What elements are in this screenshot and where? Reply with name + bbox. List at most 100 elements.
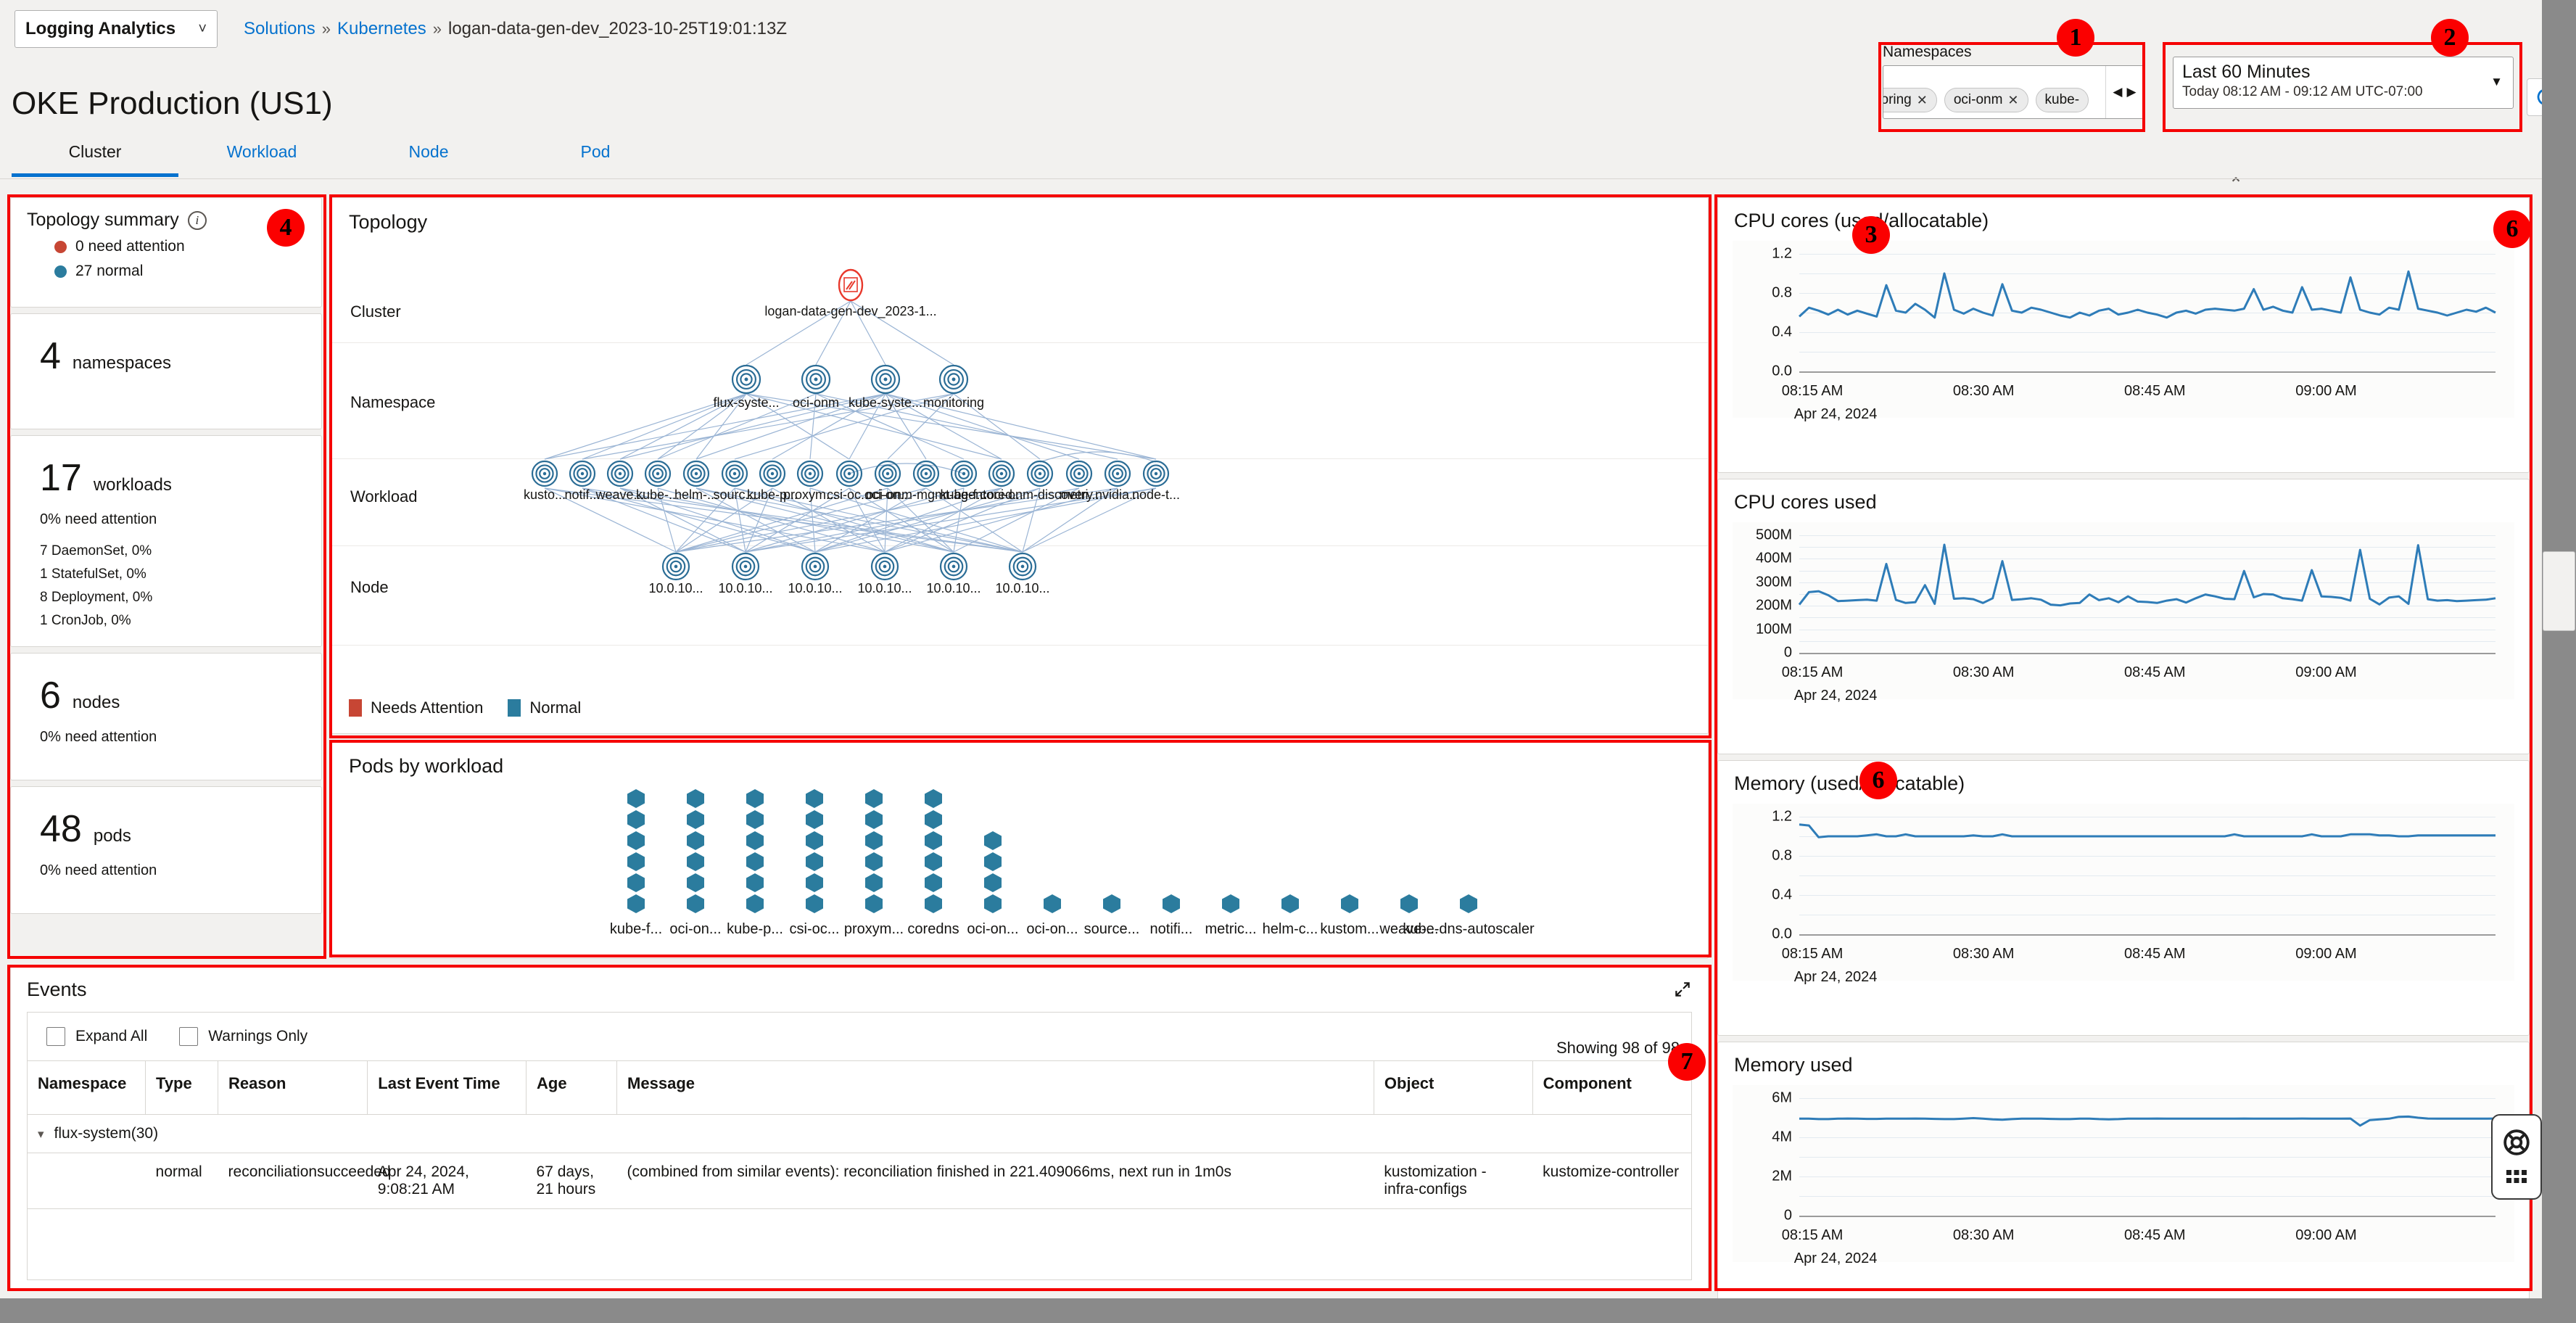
pod-hexagon-icon[interactable] (627, 789, 645, 808)
pod-hexagon-icon[interactable] (746, 831, 764, 850)
topology-node-label[interactable]: 10.0.10... (788, 581, 842, 596)
stat-card-nodes[interactable]: 6 nodes 0% need attention (10, 653, 322, 780)
scrollbar-thumb[interactable] (2543, 551, 2575, 631)
column-header-message[interactable]: Message (616, 1060, 1374, 1115)
pod-hexagon-icon[interactable] (746, 894, 764, 913)
pod-stack[interactable] (1222, 894, 1239, 913)
pod-stack[interactable] (865, 789, 883, 913)
pod-hexagon-icon[interactable] (687, 831, 704, 850)
checkbox-box[interactable] (179, 1027, 199, 1046)
pod-hexagon-icon[interactable] (925, 894, 942, 913)
pod-hexagon-icon[interactable] (806, 852, 823, 871)
topology-node-label[interactable]: kube-syste... (849, 395, 922, 411)
pod-hexagon-icon[interactable] (865, 831, 883, 850)
pod-hexagon-icon[interactable] (806, 894, 823, 913)
events-group-cell[interactable]: ▾ flux-system(30) (28, 1114, 1691, 1153)
pod-stack[interactable] (1044, 894, 1061, 913)
pod-stack[interactable] (1281, 894, 1299, 913)
tab-workload[interactable]: Workload (178, 142, 345, 177)
line-chart[interactable]: 6M 4M 2M 0 08:15 AM 08:30 AM 08:45 AM 09:00 AM A… (1733, 1085, 2514, 1266)
pod-hexagon-icon[interactable] (746, 789, 764, 808)
topology-node-label[interactable]: logan-data-gen-dev_2023-1... (764, 304, 936, 319)
stat-card-namespaces[interactable]: 4 namespaces (10, 313, 322, 429)
namespace-chip-scroller[interactable]: ◀ ▶ (2105, 66, 2143, 118)
column-header-namespace[interactable]: Namespace (28, 1060, 146, 1115)
pod-hexagon-icon[interactable] (925, 789, 942, 808)
pod-hexagon-icon[interactable] (1163, 894, 1180, 913)
topology-canvas[interactable]: Cluster Namespace Workload Node logan-da… (331, 239, 1708, 688)
close-icon[interactable]: ✕ (1917, 93, 1928, 108)
pod-hexagon-icon[interactable] (925, 873, 942, 892)
topology-node-label[interactable]: node-t... (1132, 487, 1180, 503)
close-icon[interactable]: ✕ (2007, 93, 2018, 108)
pod-hexagon-icon[interactable] (984, 831, 1002, 850)
breadcrumb-item-kubernetes[interactable]: Kubernetes (337, 19, 426, 39)
topology-node-label[interactable]: metri... (1059, 487, 1099, 503)
pod-stack[interactable] (627, 789, 645, 913)
pod-hexagon-icon[interactable] (746, 873, 764, 892)
line-chart[interactable]: 1.2 0.8 0.4 0.0 08:15 AM 08:30 AM 08:45 AM 09:0… (1733, 241, 2514, 422)
pod-hexagon-icon[interactable] (627, 852, 645, 871)
pods-by-workload-chart[interactable]: kube-f... oci-on... kube-p... csi-oc... prox… (331, 787, 1708, 954)
namespace-chip[interactable]: kube- (2035, 88, 2089, 112)
pod-hexagon-icon[interactable] (865, 789, 883, 808)
pod-hexagon-icon[interactable] (746, 852, 764, 871)
pod-hexagon-icon[interactable] (1460, 894, 1477, 913)
pod-hexagon-icon[interactable] (1222, 894, 1239, 913)
topology-node-label[interactable]: oci-onm (793, 395, 839, 411)
pod-hexagon-icon[interactable] (984, 852, 1002, 871)
topology-node-label[interactable]: monitoring (923, 395, 984, 411)
namespace-chip[interactable]: itoring ✕ (1883, 88, 1937, 112)
breadcrumb-item-solutions[interactable]: Solutions (244, 19, 315, 39)
pod-stack[interactable] (687, 789, 704, 913)
line-chart[interactable]: 1.2 0.8 0.4 0.0 08:15 AM 08:30 AM 08:45 AM 09:0… (1733, 804, 2514, 985)
triangle-down-icon[interactable]: ▾ (38, 1127, 44, 1142)
column-header-component[interactable]: Component (1532, 1060, 1691, 1115)
pod-hexagon-icon[interactable] (865, 852, 883, 871)
tab-node[interactable]: Node (345, 142, 512, 177)
topology-node-label[interactable]: kube-... (636, 487, 680, 503)
pod-hexagon-icon[interactable] (1281, 894, 1299, 913)
pod-hexagon-icon[interactable] (925, 852, 942, 871)
pod-hexagon-icon[interactable] (1341, 894, 1358, 913)
pod-stack[interactable] (1341, 894, 1358, 913)
pod-hexagon-icon[interactable] (687, 873, 704, 892)
pod-hexagon-icon[interactable] (687, 894, 704, 913)
window-scrollbar[interactable] (2542, 0, 2576, 1323)
info-icon[interactable]: i (187, 210, 207, 230)
pod-hexagon-icon[interactable] (627, 810, 645, 829)
pod-hexagon-icon[interactable] (1400, 894, 1418, 913)
pod-stack[interactable] (1163, 894, 1180, 913)
pod-hexagon-icon[interactable] (746, 810, 764, 829)
topology-node-label[interactable]: flux-syste... (713, 395, 779, 411)
pod-stack[interactable] (984, 831, 1002, 913)
pod-hexagon-icon[interactable] (925, 831, 942, 850)
column-header-object[interactable]: Object (1374, 1060, 1533, 1115)
stat-card-pods[interactable]: 48 pods 0% need attention (10, 786, 322, 914)
line-chart[interactable]: 500M 400M 300M 200M 100M 0 08:15 AM 08:30 AM 08:… (1733, 522, 2514, 704)
pod-hexagon-icon[interactable] (984, 873, 1002, 892)
pod-hexagon-icon[interactable] (865, 894, 883, 913)
column-header-last-event-time[interactable]: Last Event Time (367, 1060, 527, 1115)
pod-hexagon-icon[interactable] (687, 810, 704, 829)
topology-node-label[interactable]: kusto... (524, 487, 566, 503)
pod-stack[interactable] (746, 789, 764, 913)
pod-stack[interactable] (1400, 894, 1418, 913)
pod-hexagon-icon[interactable] (687, 789, 704, 808)
pod-hexagon-icon[interactable] (627, 894, 645, 913)
topology-node-label[interactable]: notif... (564, 487, 600, 503)
pod-hexagon-icon[interactable] (806, 873, 823, 892)
pod-hexagon-icon[interactable] (865, 810, 883, 829)
caret-left-icon[interactable]: ◀ (2113, 85, 2122, 99)
pod-hexagon-icon[interactable] (806, 789, 823, 808)
warnings-only-checkbox[interactable]: Warnings Only (179, 1027, 307, 1046)
pod-stack[interactable] (925, 789, 942, 913)
column-header-type[interactable]: Type (145, 1060, 219, 1115)
pod-hexagon-icon[interactable] (1103, 894, 1120, 913)
service-selector[interactable]: Logging Analytics ˅ (15, 10, 218, 48)
topology-node-label[interactable]: 10.0.10... (648, 581, 703, 596)
tab-cluster[interactable]: Cluster (12, 142, 178, 177)
pod-hexagon-icon[interactable] (806, 810, 823, 829)
pod-hexagon-icon[interactable] (925, 810, 942, 829)
tab-pod[interactable]: Pod (512, 142, 679, 177)
